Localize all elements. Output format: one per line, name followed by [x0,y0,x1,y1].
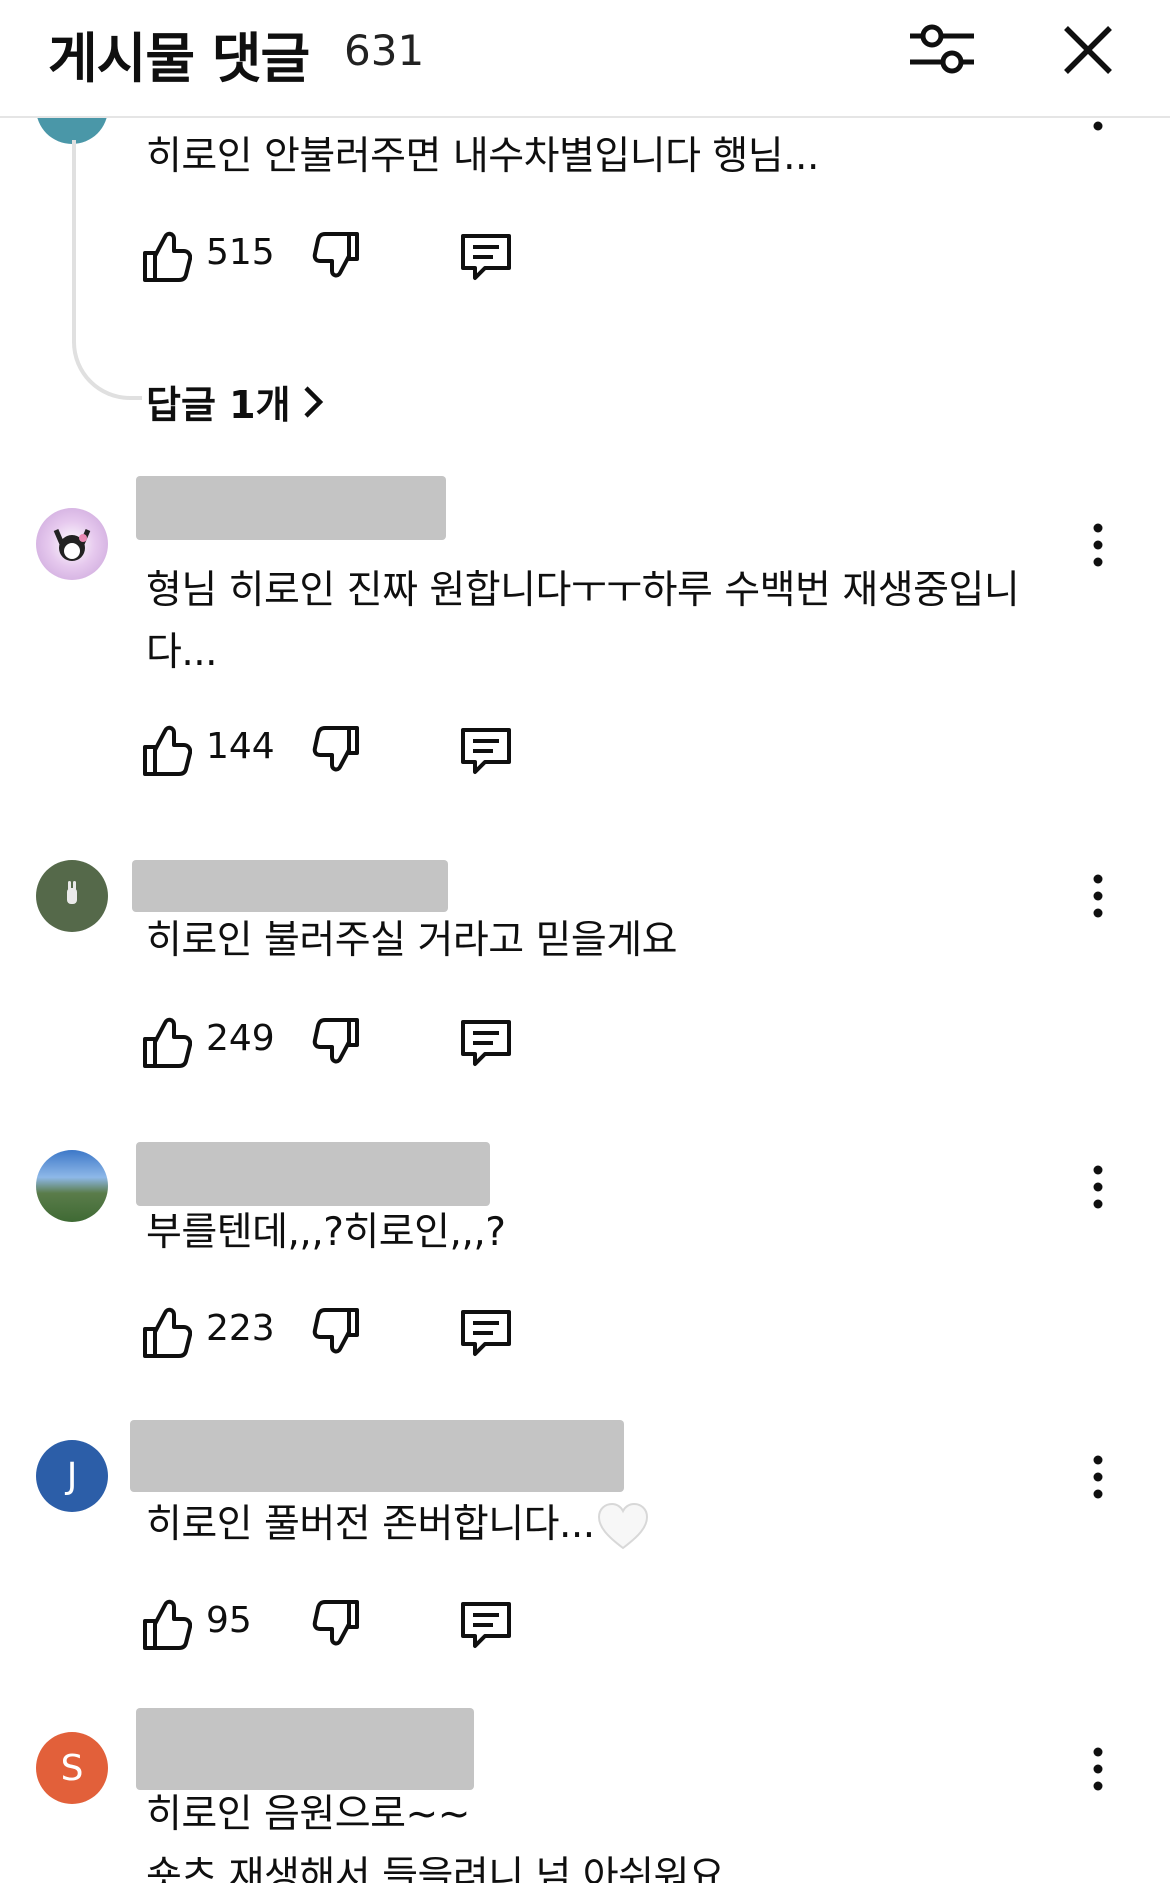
avatar[interactable] [36,1150,108,1222]
thumbs-down-icon[interactable] [310,228,364,286]
thumbs-down-icon[interactable] [310,1304,364,1362]
avatar[interactable] [36,860,108,932]
comments-header: 게시물 댓글 631 [0,0,1170,118]
reply-icon[interactable] [458,1016,514,1070]
author-name-redacted[interactable] [132,860,448,912]
comment-actions: 223 [140,1302,540,1362]
author-name-redacted[interactable] [136,1708,474,1790]
close-icon[interactable] [1052,14,1124,86]
like-count: 95 [206,1600,252,1641]
author-name-redacted[interactable] [136,1142,490,1206]
reply-icon[interactable] [458,724,514,778]
avatar[interactable]: J [36,1440,108,1512]
comment-text: 숏츠 재생해서 들을려니 넘 아쉬워요 [146,1854,725,1883]
page-title: 게시물 댓글 [48,27,310,90]
like-count: 144 [206,726,275,767]
comment-actions: 144 [140,720,540,780]
more-vert-icon[interactable] [1084,1162,1112,1212]
avatar-letter: S [60,1747,84,1789]
more-vert-icon[interactable] [1084,1744,1112,1794]
more-vert-icon[interactable] [1084,871,1112,921]
chevron-right-icon[interactable] [300,382,328,422]
comments-list: 히로인 안불러주면 내수차별입니다 행님... 515 답글 1개 형님 히로인… [0,0,1170,1883]
avatar[interactable]: S [36,1732,108,1804]
reply-icon[interactable] [458,230,514,284]
comment-text: 부를텐데,,,?히로인,,,? [146,1210,506,1255]
thumbs-down-icon[interactable] [310,1014,364,1072]
reply-icon[interactable] [458,1598,514,1652]
avatar[interactable] [36,508,108,580]
like-count: 515 [206,232,275,273]
thread-line [72,140,142,400]
comment-text: 히로인 안불러주면 내수차별입니다 행님... [146,134,819,179]
like-count: 249 [206,1018,275,1059]
comment-text: 히로인 음원으로~~ [146,1792,470,1837]
thumbs-down-icon[interactable] [310,722,364,780]
comment-text: 히로인 불러주실 거라고 믿을게요 [146,918,678,963]
thumbs-down-icon[interactable] [310,1596,364,1654]
more-vert-icon[interactable] [1084,520,1112,570]
avatar-image [67,881,77,904]
comment-text-body: 히로인 풀버전 존버합니다... [146,1502,595,1547]
comment-actions: 515 [140,226,540,286]
author-name-redacted[interactable] [136,476,446,540]
comment-text: 형님 히로인 진짜 원합니다ㅜㅜ하루 수백번 재생중입니다... [146,568,1020,675]
like-count: 223 [206,1308,275,1349]
reply-icon[interactable] [458,1306,514,1360]
thumbs-up-icon[interactable] [140,1594,192,1654]
comment-count: 631 [344,26,425,75]
thumbs-up-icon[interactable] [140,720,192,780]
white-heart-icon [597,1502,648,1549]
comment-actions: 249 [140,1012,540,1072]
replies-link[interactable]: 답글 1개 [146,374,291,429]
thumbs-up-icon[interactable] [140,1012,192,1072]
thumbs-up-icon[interactable] [140,226,192,286]
more-vert-icon[interactable] [1084,1452,1112,1502]
thumbs-up-icon[interactable] [140,1302,192,1362]
filter-icon[interactable] [904,14,980,86]
author-name-redacted[interactable] [130,1420,624,1492]
comment-text: 히로인 풀버전 존버합니다... [146,1494,1046,1556]
avatar-letter: J [66,1455,78,1497]
comment-actions: 95 [140,1594,540,1654]
avatar-image [53,529,91,561]
